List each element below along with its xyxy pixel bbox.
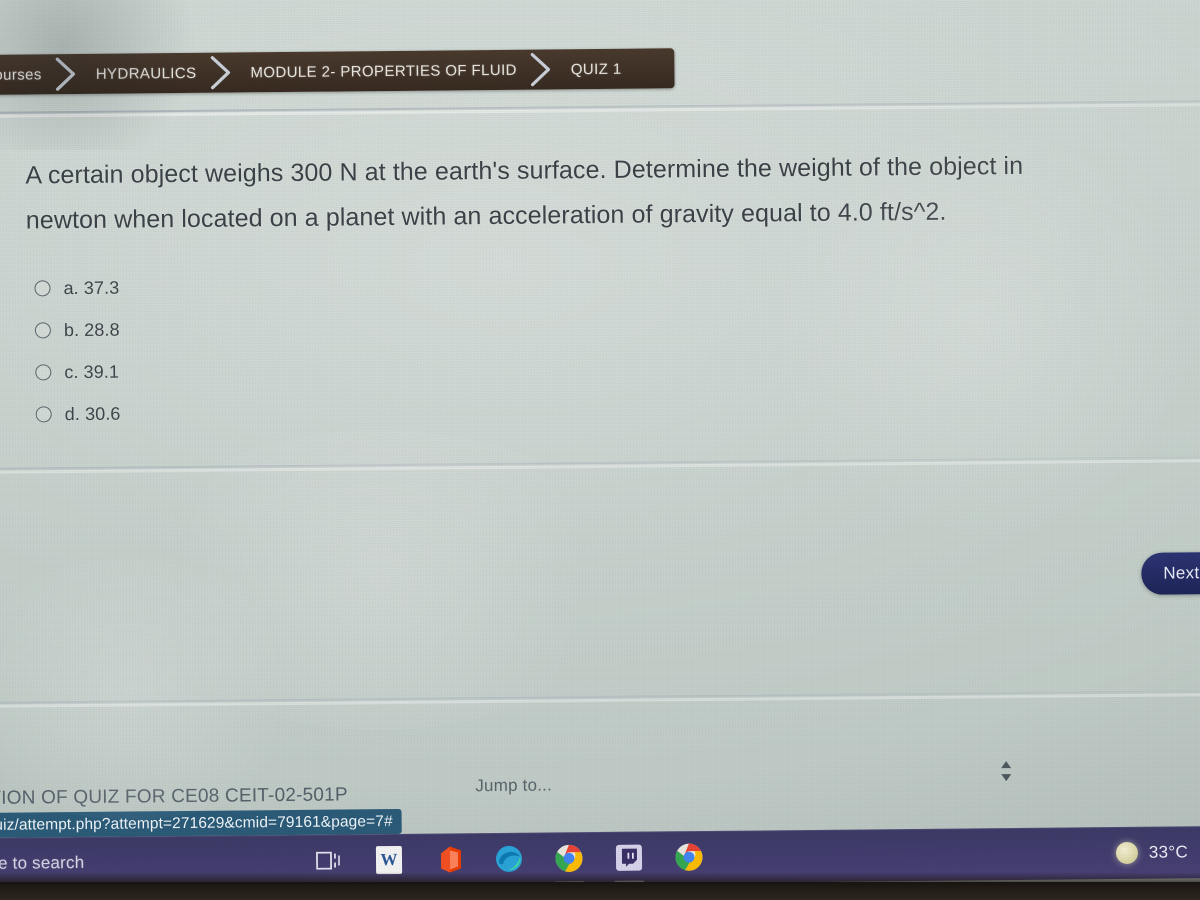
breadcrumb-item-courses[interactable]: courses bbox=[0, 54, 52, 95]
page-content: courses HYDRAULICS MODULE 2- PROPERTIES … bbox=[0, 0, 1200, 882]
answer-label-d: d. 30.6 bbox=[64, 403, 121, 424]
sun-icon bbox=[1115, 841, 1138, 865]
edge-icon[interactable] bbox=[492, 842, 526, 876]
laptop-bezel bbox=[0, 882, 1200, 900]
breadcrumb-label: QUIZ 1 bbox=[570, 60, 622, 78]
answer-options: a. 37.3 b. 28.8 c. 39.1 d. 30.6 bbox=[34, 263, 466, 435]
twitch-icon[interactable] bbox=[612, 841, 646, 875]
taskbar-weather-widget[interactable]: 33°C bbox=[1115, 841, 1189, 865]
answer-label-c: c. 39.1 bbox=[64, 361, 120, 382]
answer-label-b: b. 28.8 bbox=[63, 319, 120, 340]
breadcrumb-label: MODULE 2- PROPERTIES OF FLUID bbox=[250, 61, 517, 81]
answer-option-c[interactable]: c. 39.1 bbox=[35, 347, 465, 393]
taskbar-search-input[interactable]: e to search bbox=[0, 851, 298, 874]
breadcrumb-label: courses bbox=[0, 65, 42, 84]
chevron-right-icon bbox=[206, 52, 240, 92]
screen-surface: courses HYDRAULICS MODULE 2- PROPERTIES … bbox=[0, 0, 1200, 882]
chevron-right-icon bbox=[527, 49, 561, 89]
taskbar-spacer bbox=[706, 853, 1116, 857]
laptop-screen-photo: courses HYDRAULICS MODULE 2- PROPERTIES … bbox=[0, 0, 1200, 900]
question-text: A certain object weighs 300 N at the ear… bbox=[25, 142, 1186, 243]
weather-temperature: 33°C bbox=[1148, 842, 1189, 862]
answer-label-a: a. 37.3 bbox=[63, 277, 120, 298]
quiz-footer-note: TION OF QUIZ FOR CE08 CEIT-02-501P bbox=[0, 784, 348, 809]
updown-arrows-icon[interactable] bbox=[997, 758, 1015, 784]
chevron-right-icon bbox=[52, 54, 86, 94]
radio-button-d[interactable] bbox=[35, 406, 52, 423]
radio-button-b[interactable] bbox=[34, 322, 51, 339]
breadcrumb: courses HYDRAULICS MODULE 2- PROPERTIES … bbox=[0, 48, 675, 96]
answer-option-a[interactable]: a. 37.3 bbox=[34, 263, 464, 309]
radio-button-a[interactable] bbox=[34, 280, 51, 297]
radio-button-c[interactable] bbox=[35, 364, 52, 381]
answer-option-b[interactable]: b. 28.8 bbox=[34, 305, 465, 351]
breadcrumb-label: HYDRAULICS bbox=[95, 64, 197, 83]
chrome-icon[interactable] bbox=[552, 841, 586, 875]
chrome-second-icon[interactable] bbox=[672, 840, 706, 874]
breadcrumb-item-hydraulics[interactable]: HYDRAULICS bbox=[86, 53, 207, 94]
jump-to-select[interactable]: Jump to... bbox=[475, 775, 552, 796]
answer-option-d[interactable]: d. 30.6 bbox=[35, 389, 466, 435]
next-button[interactable]: Next bbox=[1141, 551, 1200, 595]
breadcrumb-item-quiz[interactable]: QUIZ 1 bbox=[561, 49, 632, 90]
breadcrumb-item-module[interactable]: MODULE 2- PROPERTIES OF FLUID bbox=[240, 50, 527, 93]
